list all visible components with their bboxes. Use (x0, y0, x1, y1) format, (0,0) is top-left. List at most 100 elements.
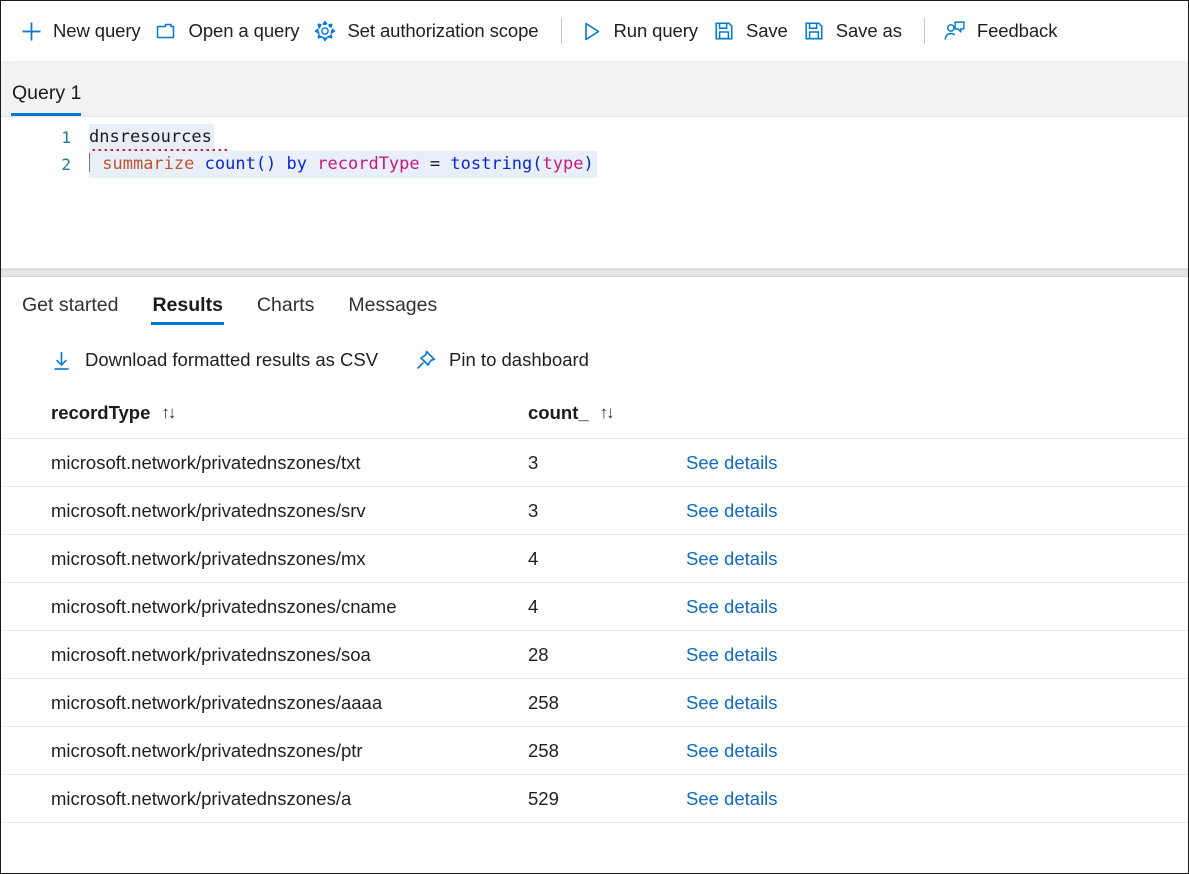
pin-to-dashboard-button[interactable]: Pin to dashboard (412, 343, 603, 377)
tab-results-label: Results (152, 294, 222, 317)
results-pane: Get started Results Charts Messages (1, 277, 1188, 823)
token-summarize: summarize (102, 154, 194, 174)
results-tab-list: Get started Results Charts Messages (1, 277, 1188, 333)
table-row[interactable]: microsoft.network/privatednszones/a 529 … (1, 775, 1188, 823)
see-details-link[interactable]: See details (686, 500, 778, 521)
column-header-count-label: count_ (528, 402, 589, 424)
table-row[interactable]: microsoft.network/privatednszones/txt 3 … (1, 439, 1188, 487)
cell-count: 3 (528, 452, 686, 474)
results-table: recordType ↑↓ count_ ↑↓ microsoft.networ… (1, 387, 1188, 823)
toolbar-separator-2 (924, 18, 925, 44)
editor-line-2: 2 summarize count () by recordType = tost… (1, 151, 1188, 178)
text-caret (89, 153, 90, 172)
pin-icon (412, 349, 439, 371)
new-query-label: New query (53, 20, 141, 42)
open-query-label: Open a query (189, 20, 300, 42)
tab-get-started-label: Get started (22, 294, 118, 317)
save-as-button[interactable]: Save as (797, 13, 911, 49)
resource-graph-explorer-window: New query Open a query Set aut (0, 0, 1189, 874)
query-tab-strip: Query 1 (1, 61, 1188, 117)
cell-count: 258 (528, 692, 686, 714)
play-icon (579, 20, 605, 42)
table-header-row: recordType ↑↓ count_ ↑↓ (1, 387, 1188, 439)
cell-count: 28 (528, 644, 686, 666)
feedback-person-icon (942, 20, 968, 42)
column-header-record-type[interactable]: recordType ↑↓ (51, 402, 528, 424)
see-details-link[interactable]: See details (686, 644, 778, 665)
column-header-record-type-label: recordType (51, 402, 150, 424)
cell-record-type: microsoft.network/privatednszones/aaaa (51, 692, 528, 714)
pane-splitter[interactable] (1, 269, 1188, 277)
command-bar: New query Open a query Set aut (1, 1, 1188, 61)
query-tab-1-label: Query 1 (12, 82, 81, 104)
download-csv-button[interactable]: Download formatted results as CSV (48, 343, 392, 377)
token-count: count (205, 154, 256, 174)
sort-icon-count[interactable]: ↑↓ (600, 403, 613, 423)
save-as-icon (801, 20, 827, 42)
token-equals: = (430, 154, 440, 174)
query-editor[interactable]: 1 dnsresources 2 summarize count () by re… (1, 117, 1188, 269)
cell-count: 258 (528, 740, 686, 762)
results-action-bar: Download formatted results as CSV Pin to… (1, 333, 1188, 387)
token-tostring: tostring (450, 154, 532, 174)
table-row[interactable]: microsoft.network/privatednszones/srv 3 … (1, 487, 1188, 535)
run-query-label: Run query (614, 20, 698, 42)
editor-line-2-code[interactable]: summarize count () by recordType = tostri… (89, 151, 597, 178)
see-details-link[interactable]: See details (686, 596, 778, 617)
sort-icon-record-type[interactable]: ↑↓ (161, 403, 174, 423)
tab-results[interactable]: Results (135, 277, 239, 333)
cell-record-type: microsoft.network/privatednszones/txt (51, 452, 528, 474)
pin-to-dashboard-label: Pin to dashboard (449, 349, 589, 371)
cell-record-type: microsoft.network/privatednszones/mx (51, 548, 528, 570)
table-row[interactable]: microsoft.network/privatednszones/soa 28… (1, 631, 1188, 679)
feedback-label: Feedback (977, 20, 1057, 42)
cell-record-type: microsoft.network/privatednszones/ptr (51, 740, 528, 762)
see-details-link[interactable]: See details (686, 788, 778, 809)
cell-record-type: microsoft.network/privatednszones/soa (51, 644, 528, 666)
gear-icon (312, 20, 338, 42)
save-icon (711, 20, 737, 42)
token-close-paren: ) (583, 154, 593, 174)
download-csv-label: Download formatted results as CSV (85, 349, 378, 371)
toolbar-separator-1 (561, 18, 562, 44)
cell-count: 4 (528, 596, 686, 618)
save-label: Save (746, 20, 788, 42)
tab-charts[interactable]: Charts (240, 277, 331, 333)
editor-line-1-code[interactable]: dnsresources (89, 124, 214, 151)
table-row[interactable]: microsoft.network/privatednszones/cname … (1, 583, 1188, 631)
cell-record-type: microsoft.network/privatednszones/srv (51, 500, 528, 522)
table-row[interactable]: microsoft.network/privatednszones/aaaa 2… (1, 679, 1188, 727)
set-authorization-scope-button[interactable]: Set authorization scope (308, 13, 547, 49)
see-details-link[interactable]: See details (686, 452, 778, 473)
token-record-type: recordType (317, 154, 419, 174)
line-number-1: 1 (1, 124, 89, 151)
editor-line-1: 1 dnsresources (1, 124, 1188, 151)
see-details-link[interactable]: See details (686, 692, 778, 713)
tab-get-started[interactable]: Get started (19, 277, 135, 333)
table-row[interactable]: microsoft.network/privatednszones/ptr 25… (1, 727, 1188, 775)
token-open-paren: ( (532, 154, 542, 174)
see-details-link[interactable]: See details (686, 740, 778, 761)
run-query-button[interactable]: Run query (575, 13, 707, 49)
see-details-link[interactable]: See details (686, 548, 778, 569)
new-query-button[interactable]: New query (14, 13, 150, 49)
line-number-2: 2 (1, 151, 89, 178)
save-as-label: Save as (836, 20, 902, 42)
open-query-button[interactable]: Open a query (150, 13, 309, 49)
token-type: type (543, 154, 584, 174)
cell-record-type: microsoft.network/privatednszones/a (51, 788, 528, 810)
table-row[interactable]: microsoft.network/privatednszones/mx 4 S… (1, 535, 1188, 583)
cell-count: 3 (528, 500, 686, 522)
cell-count: 4 (528, 548, 686, 570)
tab-messages[interactable]: Messages (331, 277, 454, 333)
folder-open-icon (154, 20, 180, 42)
query-tab-1[interactable]: Query 1 (11, 82, 89, 116)
token-table-name: dnsresources (89, 127, 212, 147)
token-by: by (287, 154, 307, 174)
cell-count: 529 (528, 788, 686, 810)
save-button[interactable]: Save (707, 13, 797, 49)
tab-messages-label: Messages (348, 294, 437, 317)
tab-charts-label: Charts (257, 294, 314, 317)
feedback-button[interactable]: Feedback (938, 13, 1066, 49)
column-header-count[interactable]: count_ ↑↓ (528, 402, 686, 424)
